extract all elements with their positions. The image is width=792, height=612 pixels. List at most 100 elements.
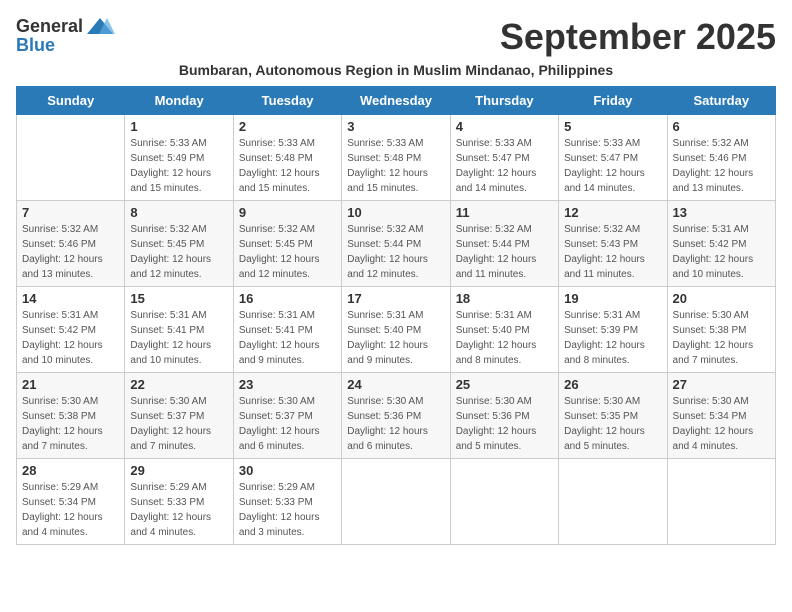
day-number: 10 — [347, 205, 444, 220]
calendar-week-2: 7 Sunrise: 5:32 AMSunset: 5:46 PMDaylight… — [17, 201, 776, 287]
cell-details: Sunrise: 5:31 AMSunset: 5:41 PMDaylight:… — [239, 308, 336, 368]
day-number: 16 — [239, 291, 336, 306]
header: General Blue September 2025 — [16, 16, 776, 58]
cell-details: Sunrise: 5:30 AMSunset: 5:37 PMDaylight:… — [239, 394, 336, 454]
cell-details: Sunrise: 5:32 AMSunset: 5:45 PMDaylight:… — [130, 222, 227, 282]
cell-details: Sunrise: 5:32 AMSunset: 5:44 PMDaylight:… — [456, 222, 553, 282]
day-number: 24 — [347, 377, 444, 392]
calendar-cell: 13Sunrise: 5:31 AMSunset: 5:42 PMDayligh… — [667, 201, 775, 287]
header-day-saturday: Saturday — [667, 87, 775, 115]
cell-details: Sunrise: 5:33 AMSunset: 5:48 PMDaylight:… — [347, 136, 444, 196]
month-title: September 2025 — [500, 16, 776, 58]
calendar-cell: 17 Sunrise: 5:31 AMSunset: 5:40 PMDayligh… — [342, 287, 450, 373]
calendar-cell: 22Sunrise: 5:30 AMSunset: 5:37 PMDayligh… — [125, 373, 233, 459]
logo: General Blue — [16, 16, 115, 54]
calendar-table: SundayMondayTuesdayWednesdayThursdayFrid… — [16, 86, 776, 545]
cell-details: Sunrise: 5:30 AMSunset: 5:34 PMDaylight:… — [673, 394, 770, 454]
header-day-thursday: Thursday — [450, 87, 558, 115]
calendar-cell: 24 Sunrise: 5:30 AMSunset: 5:36 PMDayligh… — [342, 373, 450, 459]
calendar-cell — [17, 115, 125, 201]
calendar-cell: 7 Sunrise: 5:32 AMSunset: 5:46 PMDaylight… — [17, 201, 125, 287]
day-number: 5 — [564, 119, 661, 134]
day-number: 15 — [130, 291, 227, 306]
calendar-cell: 10 Sunrise: 5:32 AMSunset: 5:44 PMDayligh… — [342, 201, 450, 287]
logo-icon — [85, 16, 115, 36]
day-number: 30 — [239, 463, 336, 478]
day-number: 2 — [239, 119, 336, 134]
calendar-cell: 4Sunrise: 5:33 AMSunset: 5:47 PMDaylight… — [450, 115, 558, 201]
calendar-cell: 18Sunrise: 5:31 AMSunset: 5:40 PMDayligh… — [450, 287, 558, 373]
day-number: 23 — [239, 377, 336, 392]
day-number: 14 — [22, 291, 119, 306]
cell-details: Sunrise: 5:29 AMSunset: 5:34 PMDaylight:… — [22, 480, 119, 540]
calendar-cell: 27 Sunrise: 5:30 AMSunset: 5:34 PMDayligh… — [667, 373, 775, 459]
calendar-week-4: 21Sunrise: 5:30 AMSunset: 5:38 PMDayligh… — [17, 373, 776, 459]
cell-details: Sunrise: 5:32 AMSunset: 5:46 PMDaylight:… — [673, 136, 770, 196]
calendar-week-3: 14Sunrise: 5:31 AMSunset: 5:42 PMDayligh… — [17, 287, 776, 373]
cell-details: Sunrise: 5:33 AMSunset: 5:49 PMDaylight:… — [130, 136, 227, 196]
header-day-tuesday: Tuesday — [233, 87, 341, 115]
day-number: 19 — [564, 291, 661, 306]
calendar-cell: 11 Sunrise: 5:32 AMSunset: 5:44 PMDayligh… — [450, 201, 558, 287]
calendar-cell: 5 Sunrise: 5:33 AMSunset: 5:47 PMDaylight… — [559, 115, 667, 201]
calendar-body: 1 Sunrise: 5:33 AMSunset: 5:49 PMDaylight… — [17, 115, 776, 545]
calendar-cell: 29 Sunrise: 5:29 AMSunset: 5:33 PMDayligh… — [125, 459, 233, 545]
cell-details: Sunrise: 5:29 AMSunset: 5:33 PMDaylight:… — [130, 480, 227, 540]
day-number: 11 — [456, 205, 553, 220]
calendar-header: SundayMondayTuesdayWednesdayThursdayFrid… — [17, 87, 776, 115]
day-number: 1 — [130, 119, 227, 134]
calendar-cell: 2 Sunrise: 5:33 AMSunset: 5:48 PMDaylight… — [233, 115, 341, 201]
day-number: 20 — [673, 291, 770, 306]
day-number: 9 — [239, 205, 336, 220]
day-number: 8 — [130, 205, 227, 220]
cell-details: Sunrise: 5:30 AMSunset: 5:38 PMDaylight:… — [673, 308, 770, 368]
header-row: SundayMondayTuesdayWednesdayThursdayFrid… — [17, 87, 776, 115]
day-number: 12 — [564, 205, 661, 220]
calendar-cell: 12Sunrise: 5:32 AMSunset: 5:43 PMDayligh… — [559, 201, 667, 287]
cell-details: Sunrise: 5:30 AMSunset: 5:36 PMDaylight:… — [456, 394, 553, 454]
header-day-friday: Friday — [559, 87, 667, 115]
calendar-cell: 1 Sunrise: 5:33 AMSunset: 5:49 PMDaylight… — [125, 115, 233, 201]
calendar-cell: 15 Sunrise: 5:31 AMSunset: 5:41 PMDayligh… — [125, 287, 233, 373]
calendar-cell — [559, 459, 667, 545]
day-number: 29 — [130, 463, 227, 478]
header-day-sunday: Sunday — [17, 87, 125, 115]
day-number: 27 — [673, 377, 770, 392]
logo-general: General — [16, 17, 83, 35]
day-number: 17 — [347, 291, 444, 306]
calendar-cell: 20 Sunrise: 5:30 AMSunset: 5:38 PMDayligh… — [667, 287, 775, 373]
calendar-week-5: 28 Sunrise: 5:29 AMSunset: 5:34 PMDayligh… — [17, 459, 776, 545]
day-number: 21 — [22, 377, 119, 392]
cell-details: Sunrise: 5:31 AMSunset: 5:40 PMDaylight:… — [347, 308, 444, 368]
cell-details: Sunrise: 5:33 AMSunset: 5:47 PMDaylight:… — [456, 136, 553, 196]
cell-details: Sunrise: 5:32 AMSunset: 5:46 PMDaylight:… — [22, 222, 119, 282]
calendar-subtitle: Bumbaran, Autonomous Region in Muslim Mi… — [16, 62, 776, 78]
cell-details: Sunrise: 5:31 AMSunset: 5:39 PMDaylight:… — [564, 308, 661, 368]
cell-details: Sunrise: 5:33 AMSunset: 5:47 PMDaylight:… — [564, 136, 661, 196]
calendar-cell: 21Sunrise: 5:30 AMSunset: 5:38 PMDayligh… — [17, 373, 125, 459]
day-number: 7 — [22, 205, 119, 220]
cell-details: Sunrise: 5:33 AMSunset: 5:48 PMDaylight:… — [239, 136, 336, 196]
day-number: 22 — [130, 377, 227, 392]
cell-details: Sunrise: 5:32 AMSunset: 5:44 PMDaylight:… — [347, 222, 444, 282]
day-number: 28 — [22, 463, 119, 478]
calendar-cell — [667, 459, 775, 545]
day-number: 25 — [456, 377, 553, 392]
day-number: 3 — [347, 119, 444, 134]
cell-details: Sunrise: 5:30 AMSunset: 5:36 PMDaylight:… — [347, 394, 444, 454]
day-number: 26 — [564, 377, 661, 392]
calendar-cell: 16 Sunrise: 5:31 AMSunset: 5:41 PMDayligh… — [233, 287, 341, 373]
calendar-cell: 3 Sunrise: 5:33 AMSunset: 5:48 PMDaylight… — [342, 115, 450, 201]
calendar-cell: 8 Sunrise: 5:32 AMSunset: 5:45 PMDaylight… — [125, 201, 233, 287]
cell-details: Sunrise: 5:32 AMSunset: 5:45 PMDaylight:… — [239, 222, 336, 282]
cell-details: Sunrise: 5:31 AMSunset: 5:41 PMDaylight:… — [130, 308, 227, 368]
calendar-cell — [342, 459, 450, 545]
calendar-cell: 9 Sunrise: 5:32 AMSunset: 5:45 PMDaylight… — [233, 201, 341, 287]
calendar-week-1: 1 Sunrise: 5:33 AMSunset: 5:49 PMDaylight… — [17, 115, 776, 201]
header-day-monday: Monday — [125, 87, 233, 115]
day-number: 18 — [456, 291, 553, 306]
calendar-cell: 6Sunrise: 5:32 AMSunset: 5:46 PMDaylight… — [667, 115, 775, 201]
day-number: 13 — [673, 205, 770, 220]
cell-details: Sunrise: 5:29 AMSunset: 5:33 PMDaylight:… — [239, 480, 336, 540]
calendar-cell: 26Sunrise: 5:30 AMSunset: 5:35 PMDayligh… — [559, 373, 667, 459]
